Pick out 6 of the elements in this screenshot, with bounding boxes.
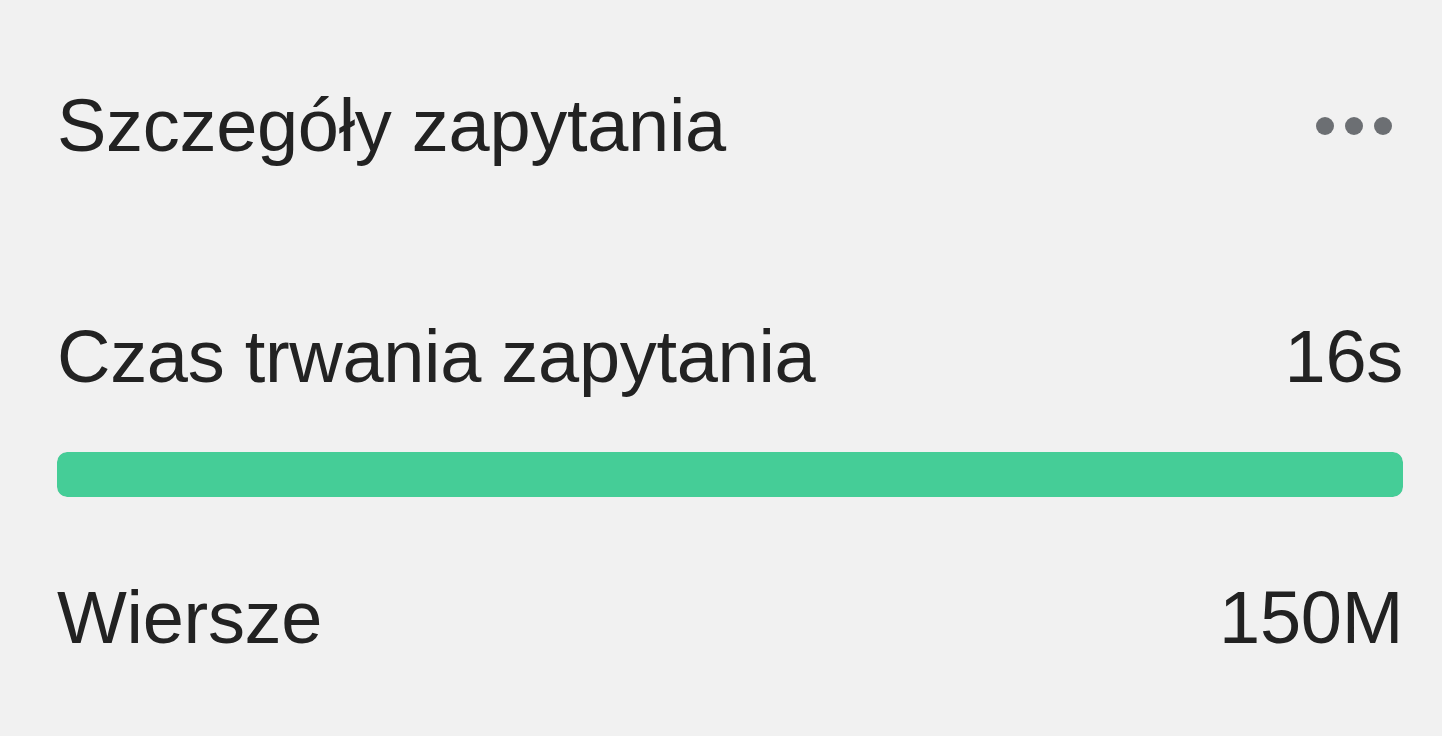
more-options-icon[interactable]	[1315, 116, 1393, 137]
panel-title: Szczegóły zapytania	[57, 83, 726, 169]
metric-label: Czas trwania zapytania	[57, 313, 816, 400]
metric-value: 150M	[1219, 574, 1403, 661]
metric-label: Wiersze	[57, 574, 323, 661]
metric-value: 16s	[1284, 313, 1403, 400]
